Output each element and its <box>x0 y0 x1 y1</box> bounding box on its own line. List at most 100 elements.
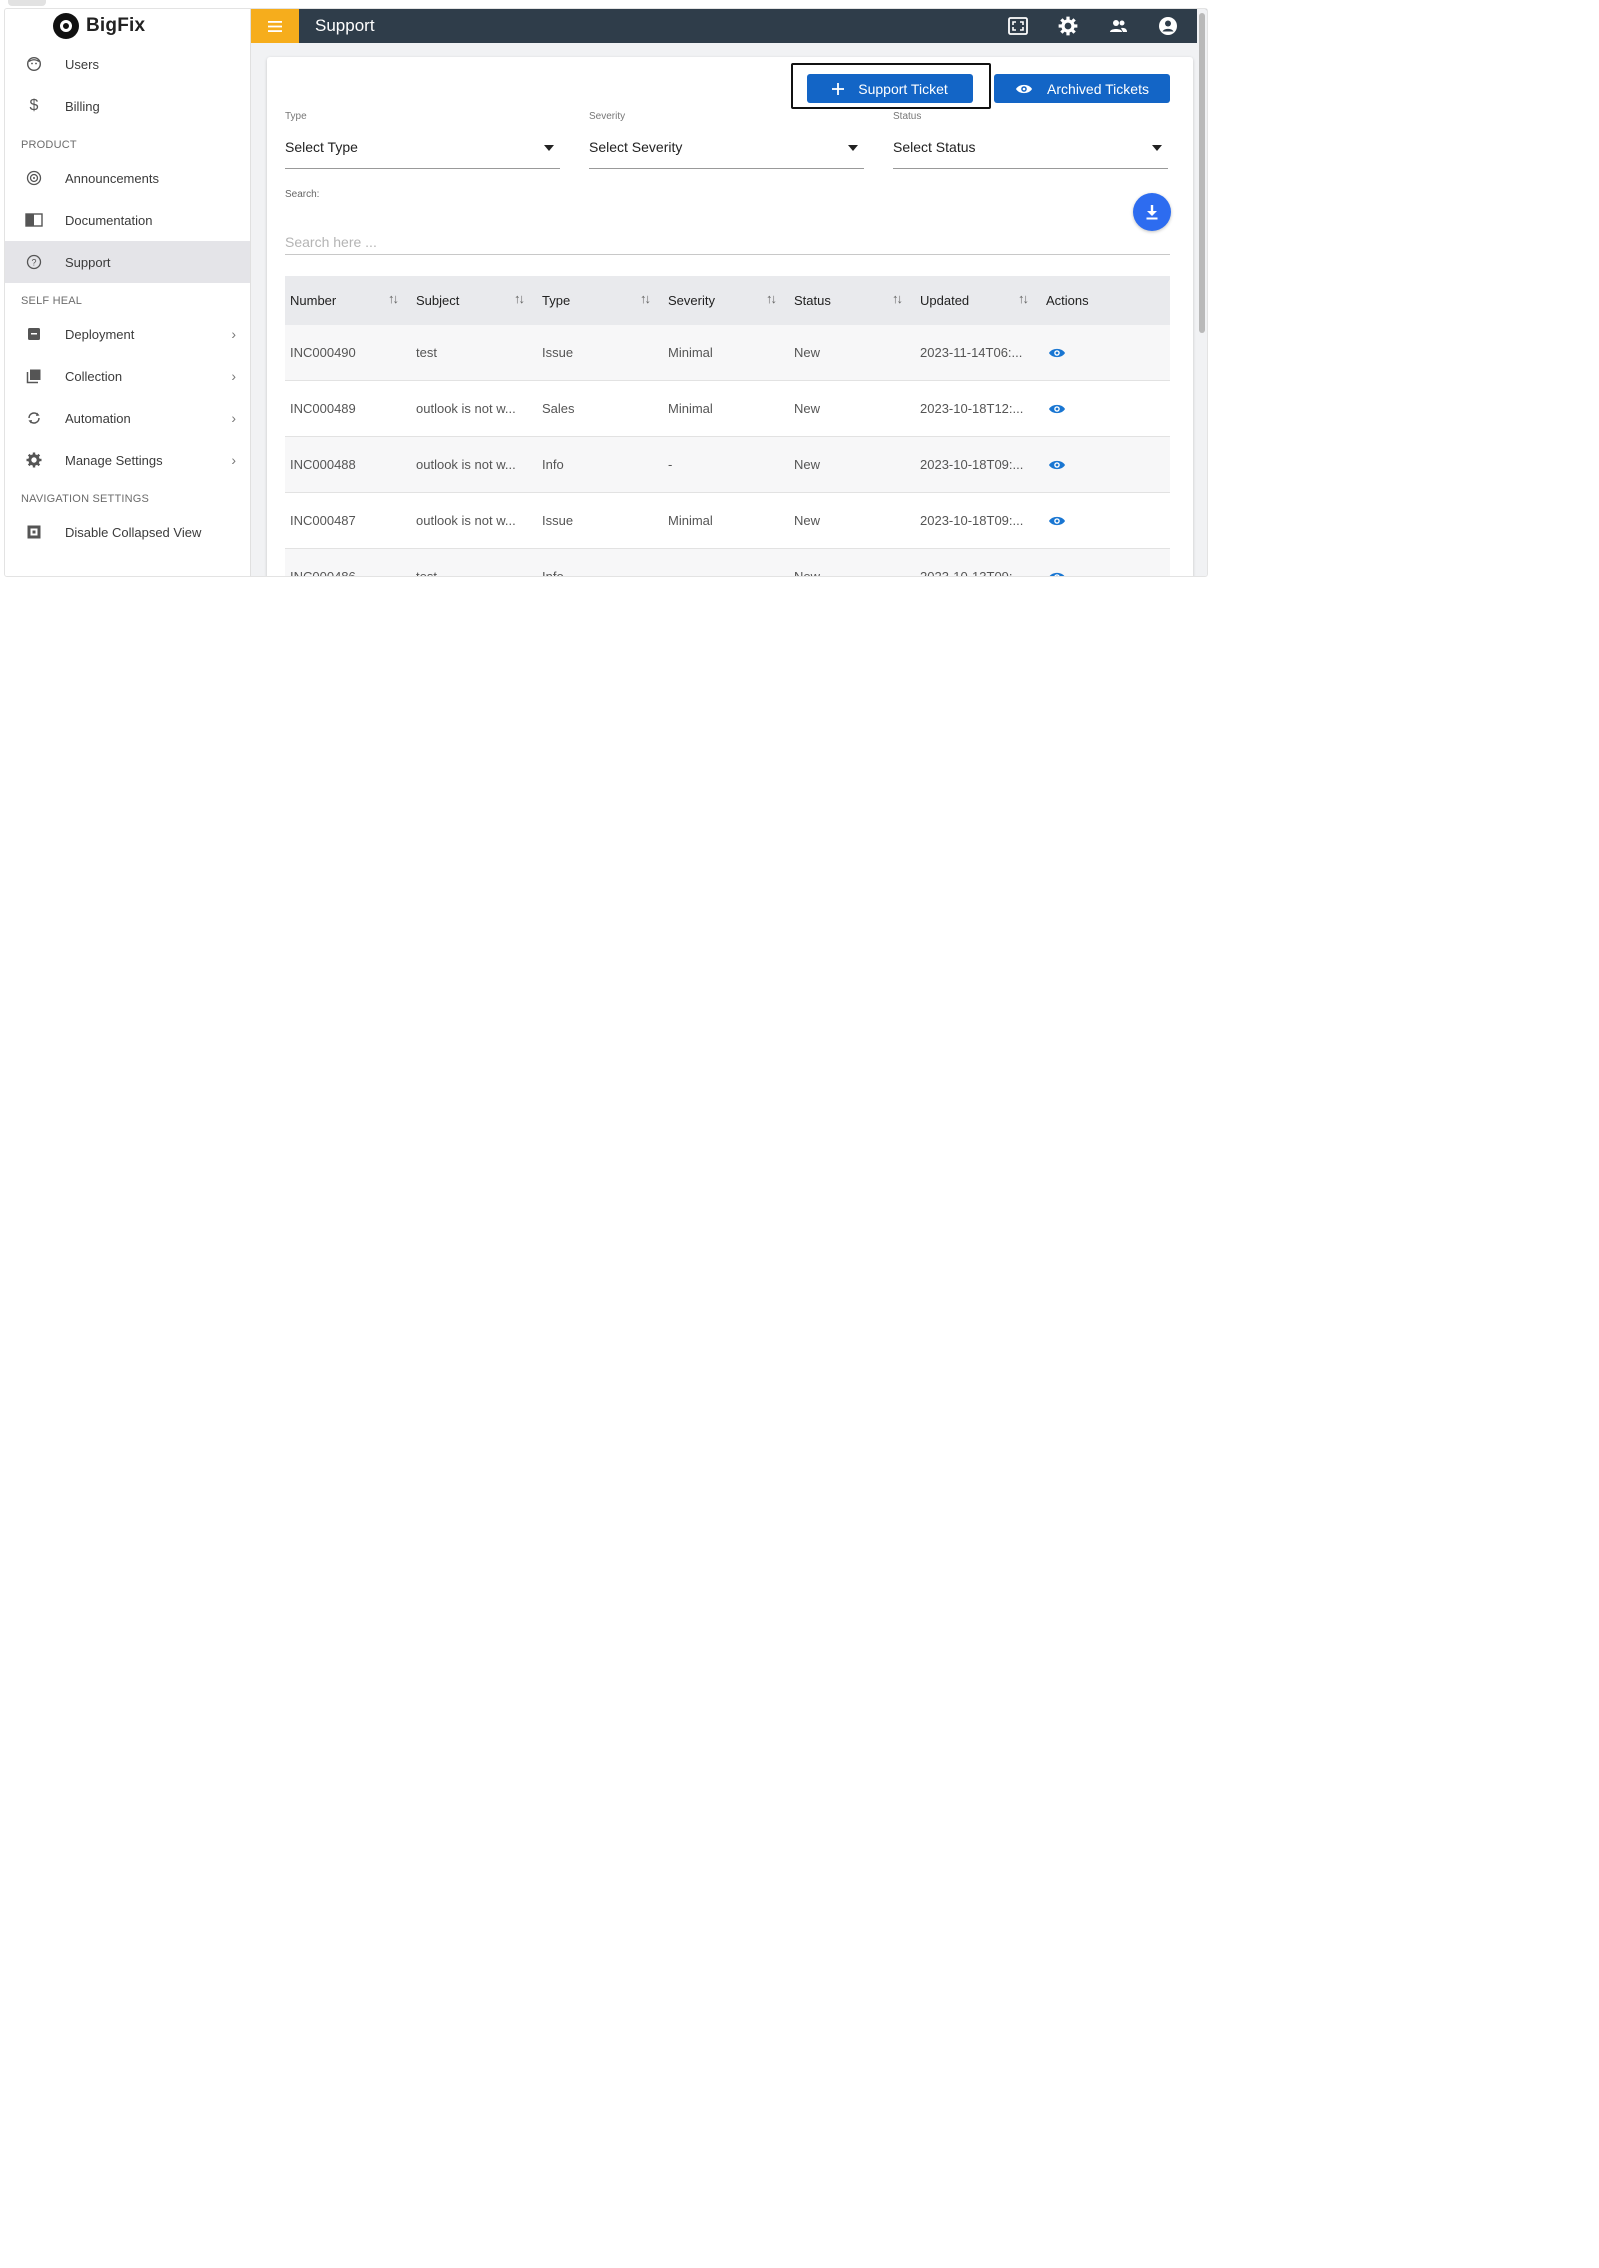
sync-icon <box>23 407 45 429</box>
cell-severity: - <box>668 457 673 472</box>
cell-type: Info <box>542 569 564 577</box>
status-select[interactable]: Status Select Status <box>893 111 1168 169</box>
page-scrollbar[interactable] <box>1197 9 1207 576</box>
scroll-thumb[interactable] <box>1199 13 1205 333</box>
severity-label: Severity <box>589 111 626 122</box>
sidebar-item-support[interactable]: ? Support <box>5 241 250 283</box>
column-header-number[interactable]: Number ↑↓ <box>285 276 411 325</box>
view-ticket-button[interactable] <box>1041 515 1167 527</box>
cell-subject: outlook is not w... <box>416 401 516 416</box>
sidebar-item-documentation[interactable]: Documentation <box>5 199 250 241</box>
type-value: Select Type <box>285 139 358 155</box>
collapse-icon <box>23 521 45 543</box>
section-product: PRODUCT <box>21 139 77 151</box>
view-ticket-button[interactable] <box>1041 403 1167 415</box>
severity-select[interactable]: Severity Select Severity <box>589 111 864 169</box>
column-header-type[interactable]: Type ↑↓ <box>537 276 663 325</box>
view-ticket-button[interactable] <box>1041 347 1167 359</box>
column-header-subject[interactable]: Subject ↑↓ <box>411 276 537 325</box>
download-button[interactable] <box>1133 193 1171 231</box>
cell-severity: Minimal <box>668 513 713 528</box>
type-select[interactable]: Type Select Type <box>285 111 560 169</box>
sidebar-item-label: Manage Settings <box>65 452 163 468</box>
cell-number: INC000490 <box>290 345 356 360</box>
eye-icon <box>1049 460 1065 469</box>
sidebar-item-users[interactable]: Users <box>5 43 250 85</box>
dropdown-caret-icon <box>1152 145 1162 151</box>
sidebar-item-manage-settings[interactable]: Manage Settings › <box>5 439 250 481</box>
cell-number: INC000488 <box>290 457 356 472</box>
sidebar-item-collection[interactable]: Collection › <box>5 355 250 397</box>
face-icon <box>23 53 45 75</box>
eye-icon <box>1015 83 1033 95</box>
cell-updated: 2023-10-18T12:... <box>920 401 1024 416</box>
section-self-heal: SELF HEAL <box>21 295 83 307</box>
cell-type: Sales <box>542 401 575 416</box>
cell-type: Info <box>542 457 564 472</box>
sidebar-item-disable-collapsed-view[interactable]: Disable Collapsed View <box>5 511 250 553</box>
dropdown-caret-icon <box>848 145 858 151</box>
type-label: Type <box>285 111 307 122</box>
table-row: INC000490 test Issue Minimal New 2023-11… <box>285 325 1170 381</box>
column-header-severity[interactable]: Severity ↑↓ <box>663 276 789 325</box>
eye-icon <box>1049 348 1065 357</box>
eye-icon <box>1049 404 1065 413</box>
brand-name: BigFix <box>86 15 146 36</box>
cell-severity: Minimal <box>668 401 713 416</box>
sidebar-item-label: Documentation <box>65 212 153 228</box>
sort-icon[interactable]: ↑↓ <box>388 291 399 306</box>
hamburger-icon <box>268 20 282 32</box>
menu-toggle-button[interactable] <box>251 9 299 43</box>
sidebar-item-label: Deployment <box>65 326 135 342</box>
severity-value: Select Severity <box>589 139 683 155</box>
table-row: INC000488 outlook is not w... Info - New… <box>285 437 1170 493</box>
sidebar-item-label: Support <box>65 254 111 270</box>
sidebar-item-automation[interactable]: Automation › <box>5 397 250 439</box>
archived-tickets-button[interactable]: Archived Tickets <box>994 74 1170 103</box>
archive-icon <box>23 323 45 345</box>
account-icon[interactable] <box>1143 9 1193 43</box>
sidebar: BigFix Users $ Billing PRODUCT Announcem… <box>5 9 251 576</box>
gear-icon <box>23 449 45 471</box>
sidebar-item-billing[interactable]: $ Billing <box>5 85 250 127</box>
sidebar-item-label: Disable Collapsed View <box>65 524 202 540</box>
cell-updated: 2023-10-18T09:... <box>920 513 1024 528</box>
sidebar-item-announcements[interactable]: Announcements <box>5 157 250 199</box>
fullscreen-icon[interactable] <box>993 9 1043 43</box>
cell-subject: outlook is not w... <box>416 513 516 528</box>
sort-icon[interactable]: ↑↓ <box>640 291 651 306</box>
chevron-right-icon: › <box>231 368 236 384</box>
settings-icon[interactable] <box>1043 9 1093 43</box>
eye-icon <box>1049 516 1065 525</box>
sidebar-item-label: Collection <box>65 368 123 384</box>
plus-icon <box>832 82 845 95</box>
book-icon <box>23 209 45 231</box>
brand[interactable]: BigFix <box>5 9 250 43</box>
sort-icon[interactable]: ↑↓ <box>766 291 777 306</box>
sidebar-item-deployment[interactable]: Deployment › <box>5 313 250 355</box>
sort-icon[interactable]: ↑↓ <box>514 291 525 306</box>
table-row: INC000489 outlook is not w... Sales Mini… <box>285 381 1170 437</box>
search-input[interactable] <box>285 229 1170 255</box>
cell-status: New <box>794 569 821 577</box>
support-ticket-label: Support Ticket <box>858 80 948 97</box>
column-header-updated[interactable]: Updated ↑↓ <box>915 276 1041 325</box>
cell-status: New <box>794 401 821 416</box>
dollar-icon: $ <box>29 97 39 114</box>
table-row: INC000487 outlook is not w... Issue Mini… <box>285 493 1170 549</box>
sort-icon[interactable]: ↑↓ <box>892 291 903 306</box>
column-header-status[interactable]: Status ↑↓ <box>789 276 915 325</box>
cell-status: New <box>794 345 821 360</box>
view-ticket-button[interactable] <box>1041 571 1167 576</box>
sidebar-item-label: Automation <box>65 410 131 426</box>
view-ticket-button[interactable] <box>1041 459 1167 471</box>
cell-type: Issue <box>542 513 574 528</box>
dropdown-caret-icon <box>544 145 554 151</box>
chevron-right-icon: › <box>231 326 236 342</box>
sidebar-item-label: Users <box>65 56 99 72</box>
people-icon[interactable] <box>1093 9 1143 43</box>
section-navigation-settings: NAVIGATION SETTINGS <box>21 493 150 505</box>
sort-icon[interactable]: ↑↓ <box>1018 291 1029 306</box>
support-ticket-button[interactable]: Support Ticket <box>807 74 973 103</box>
eye-icon <box>1049 572 1065 576</box>
